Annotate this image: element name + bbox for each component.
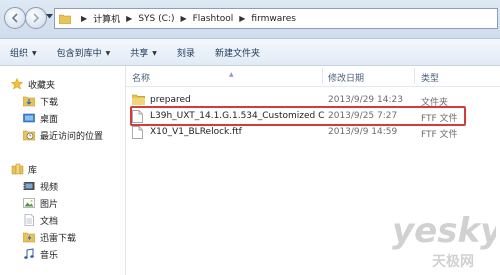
breadcrumb-drive[interactable]: SYS (C:) (138, 14, 174, 24)
burn-button[interactable]: 刻录 (167, 46, 205, 59)
file-modified: 2013/9/9 14:59 (328, 127, 398, 137)
address-bar-area: ▶ 计算机 ▶ SYS (C:) ▶ Flashtool ▶ firmwares (0, 0, 500, 39)
yesky-watermark-logo: yesky 天极网 (392, 211, 496, 270)
sort-arrow-icon: ▲ (229, 71, 234, 78)
nav-recent-places[interactable]: 最近访问的位置 (22, 127, 103, 143)
file-type: FTF 文件 (421, 130, 458, 140)
file-icon (132, 126, 143, 139)
videos-icon (22, 179, 36, 193)
watermark-sub-text: 天极网 (432, 253, 474, 270)
navigation-pane: 收藏夹 下载 桌面 最近访问的位置 库 视频 图片 文档 迅雷下载 音乐 (0, 66, 126, 275)
column-header-modified[interactable]: 修改日期 (328, 71, 364, 84)
nav-downloads[interactable]: 下载 (22, 93, 58, 109)
dropdown-icon: ▼ (105, 49, 111, 57)
libraries-icon (10, 162, 24, 176)
include-in-library-button[interactable]: 包含到库中 ▼ (47, 46, 121, 59)
share-button[interactable]: 共享 ▼ (120, 46, 167, 59)
column-header-row: 名称 ▲ 修改日期 类型 (126, 66, 500, 87)
dropdown-icon: ▼ (32, 49, 37, 57)
nav-thunder-downloads[interactable]: 迅雷下载 (22, 229, 76, 245)
downloads-folder-icon (22, 94, 36, 108)
recent-places-icon (22, 128, 36, 142)
column-header-type[interactable]: 类型 (421, 71, 439, 84)
breadcrumb-flashtool[interactable]: Flashtool (193, 14, 234, 24)
back-arrow-icon (11, 13, 18, 23)
column-divider[interactable] (414, 68, 415, 84)
documents-icon (22, 213, 36, 227)
nav-favorites[interactable]: 收藏夹 (10, 76, 55, 92)
nav-videos[interactable]: 视频 (22, 178, 58, 194)
forward-button[interactable] (25, 7, 47, 29)
folder-icon (132, 94, 145, 105)
address-input[interactable]: ▶ 计算机 ▶ SYS (C:) ▶ Flashtool ▶ firmwares (54, 8, 498, 29)
new-folder-button[interactable]: 新建文件夹 (205, 46, 270, 59)
highlight-box (130, 106, 466, 126)
organize-button[interactable]: 组织 ▼ (0, 46, 47, 59)
music-icon (22, 247, 36, 261)
breadcrumb-computer[interactable]: 计算机 (93, 12, 120, 25)
column-header-name[interactable]: 名称 (132, 71, 150, 84)
breadcrumb: ▶ 计算机 ▶ SYS (C:) ▶ Flashtool ▶ firmwares (81, 12, 296, 26)
command-toolbar: 组织 ▼ 包含到库中 ▼ 共享 ▼ 刻录 新建文件夹 (0, 39, 500, 66)
watermark-logo-text: yesky (392, 211, 496, 251)
folder-icon (59, 14, 71, 24)
column-divider[interactable] (322, 68, 323, 84)
pictures-icon (22, 196, 36, 210)
nav-pictures[interactable]: 图片 (22, 195, 58, 211)
nav-documents[interactable]: 文档 (22, 212, 58, 228)
forward-arrow-icon (33, 13, 40, 23)
back-button[interactable] (4, 7, 26, 29)
breadcrumb-firmwares[interactable]: firmwares (251, 14, 296, 24)
file-modified: 2013/9/29 14:23 (328, 95, 403, 105)
nav-music[interactable]: 音乐 (22, 246, 58, 262)
thunder-icon (22, 230, 36, 244)
file-row[interactable]: X10_V1_BLRelock.ftf 2013/9/9 14:59 FTF 文… (126, 125, 500, 140)
file-name: X10_V1_BLRelock.ftf (150, 127, 242, 137)
nav-desktop[interactable]: 桌面 (22, 110, 58, 126)
dropdown-icon: ▼ (152, 49, 157, 57)
nav-libraries[interactable]: 库 (10, 161, 37, 177)
star-icon (10, 77, 24, 91)
file-name: prepared (150, 95, 191, 105)
history-dropdown-icon[interactable] (46, 14, 53, 19)
desktop-icon (22, 111, 36, 125)
